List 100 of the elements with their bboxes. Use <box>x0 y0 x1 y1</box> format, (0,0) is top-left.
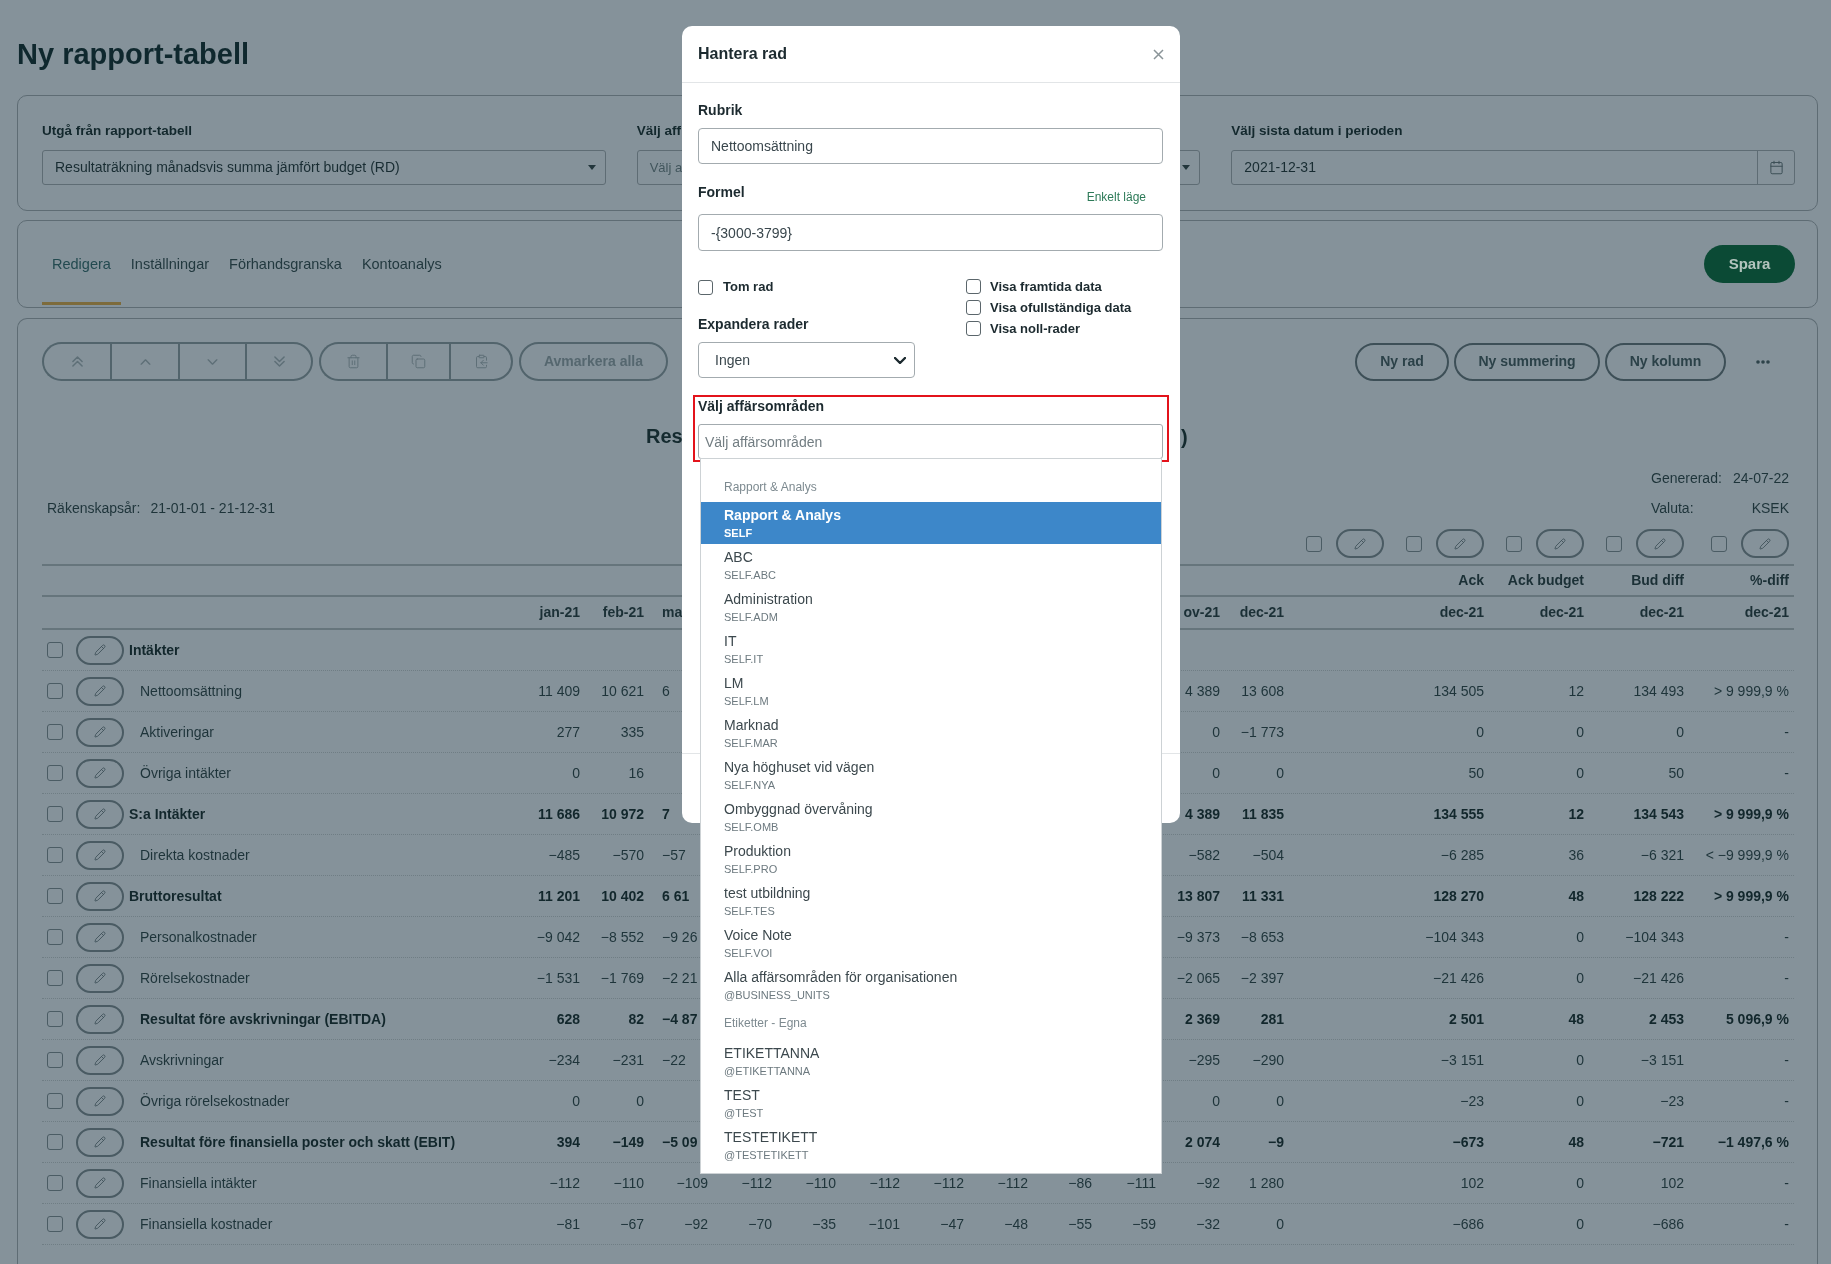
pencil-icon <box>1354 537 1366 550</box>
edit-button[interactable] <box>1436 529 1484 558</box>
dropdown-option[interactable]: ABC SELF.ABC <box>701 544 1161 586</box>
edit-button[interactable] <box>76 717 124 747</box>
field-label: Välj affärsområden <box>698 397 825 415</box>
edit-button[interactable] <box>76 1127 124 1157</box>
edit-button[interactable] <box>76 840 124 870</box>
dropdown-option[interactable]: test utbildning SELF.TES <box>701 880 1161 922</box>
table-value: 48 <box>1568 1009 1584 1029</box>
pencil-icon <box>1759 537 1771 550</box>
dropdown-select[interactable]: Resultaträkning månadsvis summa jämfört budget (RD) <box>42 150 606 185</box>
edit-button[interactable] <box>76 1045 124 1075</box>
edit-button[interactable] <box>76 676 124 706</box>
dropdown-option[interactable]: IT SELF.IT <box>701 628 1161 670</box>
edit-button[interactable] <box>1336 529 1384 558</box>
search-input[interactable]: Välj affärsområden <box>698 424 1163 459</box>
checkbox[interactable] <box>47 1175 63 1191</box>
checkbox[interactable] <box>47 847 63 863</box>
table-value: −290 <box>1252 1050 1284 1070</box>
checkbox[interactable] <box>1306 535 1322 552</box>
edit-button[interactable] <box>1741 529 1789 558</box>
checkbox[interactable] <box>47 765 63 781</box>
table-value: −6 285 <box>1440 845 1484 865</box>
edit-button[interactable] <box>76 963 124 993</box>
table-value: −686 <box>1652 1214 1684 1234</box>
table-value: 48 <box>1568 886 1584 906</box>
dropdown-option[interactable]: Marknad SELF.MAR <box>701 712 1161 754</box>
table-value: −112 <box>997 1173 1028 1193</box>
checkbox[interactable] <box>1506 535 1522 552</box>
checkbox[interactable] <box>47 888 63 904</box>
table-value: - <box>1784 1214 1789 1234</box>
dropdown-option[interactable]: Ombyggnad övervåning SELF.OMB <box>701 796 1161 838</box>
checkbox[interactable] <box>47 970 63 986</box>
table-value: −9 <box>1268 1132 1284 1152</box>
row-label: S:a Intäkter <box>129 804 206 824</box>
simple-mode-link[interactable]: Enkelt läge <box>1086 190 1146 204</box>
checkbox[interactable] <box>47 1216 63 1232</box>
checkbox[interactable] <box>47 929 63 945</box>
edit-button[interactable] <box>76 1086 124 1116</box>
pencil-icon <box>1554 537 1566 550</box>
save-button[interactable]: Spara <box>1704 245 1795 283</box>
dropdown-option[interactable]: TEST @TEST <box>701 1082 1161 1124</box>
edit-button[interactable] <box>1536 529 1584 558</box>
tab[interactable]: Kontoanalys <box>351 254 452 305</box>
dropdown-option[interactable]: TESTETIKETT @TESTETIKETT <box>701 1124 1161 1166</box>
pencil-icon <box>94 972 106 984</box>
checkbox[interactable] <box>47 806 63 822</box>
table-value: −1 773 <box>1240 722 1284 742</box>
fiscal-year-label: Räkenskapsår: <box>47 498 141 518</box>
table-value: > 9 999,9 % <box>1713 804 1789 824</box>
checkbox[interactable] <box>47 1052 63 1068</box>
checkbox[interactable] <box>47 724 63 740</box>
pencil-icon <box>94 1177 106 1189</box>
edit-button[interactable] <box>76 635 124 665</box>
edit-button[interactable] <box>76 922 124 952</box>
edit-button[interactable] <box>76 799 124 829</box>
checkbox[interactable] <box>966 321 981 336</box>
edit-button[interactable] <box>76 1168 124 1198</box>
field-label: Formel <box>698 183 745 201</box>
table-value: −149 <box>612 1132 644 1152</box>
expand-rows-select[interactable]: Ingen <box>698 342 915 378</box>
checkbox[interactable] <box>47 683 63 699</box>
checkbox[interactable] <box>698 279 713 295</box>
edit-button[interactable] <box>76 758 124 788</box>
checkbox[interactable] <box>1406 535 1422 552</box>
dropdown-option[interactable]: Nya höghuset vid vägen SELF.NYA <box>701 754 1161 796</box>
edit-button[interactable] <box>76 1209 124 1239</box>
dropdown-option[interactable]: ETIKETTANNA @ETIKETTANNA <box>701 1040 1161 1082</box>
dropdown-option[interactable]: Produktion SELF.PRO <box>701 838 1161 880</box>
pencil-icon <box>94 685 106 697</box>
field-label: Välj aff <box>636 122 681 140</box>
edit-button[interactable] <box>76 881 124 911</box>
edit-button[interactable] <box>76 1004 124 1034</box>
dropdown-option[interactable]: Administration SELF.ADM <box>701 586 1161 628</box>
checkbox[interactable] <box>47 1134 63 1150</box>
checkbox[interactable] <box>47 642 63 658</box>
tab[interactable]: Förhandsgranska <box>219 254 352 305</box>
pencil-icon <box>94 1095 106 1107</box>
table-value: 13 608 <box>1241 681 1284 701</box>
text-input[interactable]: -{3000-3799} <box>698 214 1163 251</box>
pencil-icon <box>94 726 106 738</box>
checkbox[interactable] <box>966 279 981 294</box>
text-input[interactable]: Nettoomsättning <box>698 128 1163 164</box>
checkbox[interactable] <box>47 1093 63 1109</box>
close-button[interactable] <box>1153 48 1164 60</box>
tab[interactable]: Inställningar <box>120 254 220 305</box>
dropdown-option[interactable]: LM SELF.LM <box>701 670 1161 712</box>
dropdown-option[interactable]: Alla affärsområden för organisationen @BUSINESS_UNITS <box>701 964 1161 1006</box>
table-value: 0 <box>1576 1050 1584 1070</box>
checkbox[interactable] <box>1711 535 1727 552</box>
checkbox[interactable] <box>1606 535 1622 552</box>
dropdown-option[interactable]: Rapport & Analys SELF <box>701 502 1161 544</box>
dropdown-option[interactable]: Voice Note SELF.VOI <box>701 922 1161 964</box>
page-title: Ny rapport-tabell <box>17 37 250 72</box>
row-label: Personalkostnader <box>140 927 257 947</box>
checkbox[interactable] <box>966 300 981 315</box>
checkbox[interactable] <box>47 1011 63 1027</box>
date-field[interactable]: 2021-12-31 <box>1231 150 1795 185</box>
edit-button[interactable] <box>1636 529 1684 558</box>
table-value: 13 807 <box>1177 886 1220 906</box>
